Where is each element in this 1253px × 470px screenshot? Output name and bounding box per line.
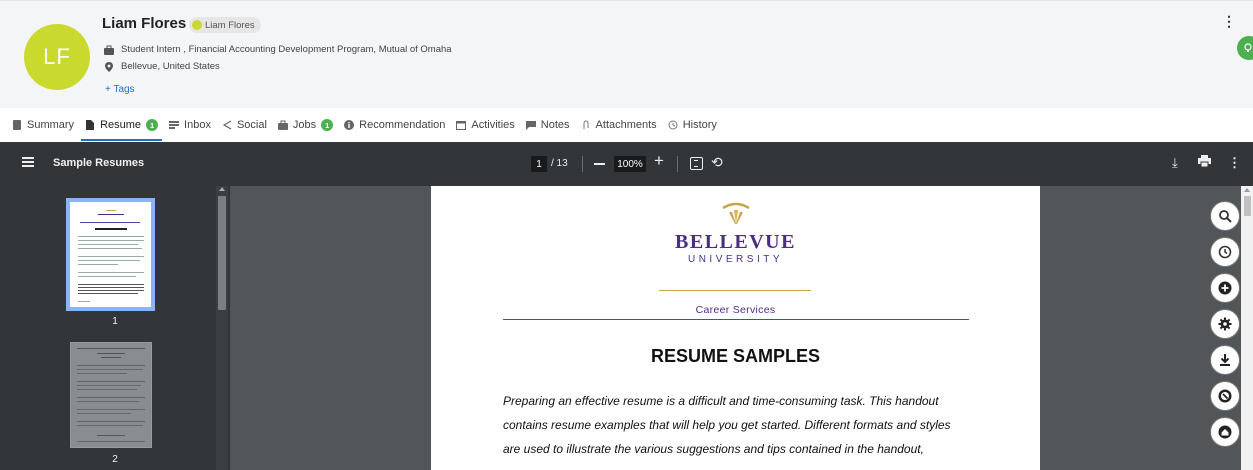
zoom-out-icon[interactable]	[594, 163, 605, 165]
paperclip-icon	[583, 120, 589, 129]
document-heading: RESUME SAMPLES	[650, 346, 821, 366]
tab-recommendation-label: Recommendation	[359, 119, 446, 131]
paragraph-line: Preparing an effective resume is a diffi…	[503, 394, 939, 408]
scroll-up-arrow-icon[interactable]	[219, 187, 225, 191]
tab-summary[interactable]: Summary	[12, 108, 74, 142]
tab-activities[interactable]: Activities	[456, 108, 515, 142]
notes-icon	[525, 121, 536, 130]
inbox-icon	[169, 121, 180, 129]
tab-history-label: History	[682, 119, 717, 131]
logo-divider	[659, 290, 811, 291]
rotate-icon[interactable]: ⟲	[711, 154, 723, 171]
calendar-icon	[456, 121, 467, 130]
viewer-scrollbar[interactable]	[1241, 186, 1253, 470]
history-icon	[668, 120, 678, 130]
owner-chip-label: Liam Flores	[205, 19, 255, 31]
avatar[interactable]: LF	[24, 24, 90, 90]
history-icon[interactable]	[1210, 237, 1240, 267]
tab-notes[interactable]: Notes	[525, 108, 570, 142]
tab-jobs[interactable]: Jobs 1	[277, 108, 334, 142]
paragraph-line: contains resume examples that will help …	[503, 418, 951, 432]
zoom-in-icon[interactable]: +	[654, 151, 664, 171]
tab-resume[interactable]: Resume 1	[81, 108, 162, 142]
tab-attachments[interactable]: Attachments	[581, 108, 657, 142]
department-name: Career Services	[695, 304, 776, 316]
download-icon[interactable]	[1210, 345, 1240, 375]
owner-chip[interactable]: Liam Flores	[189, 17, 261, 33]
profile-header: LF Liam Flores Liam Flores Student Inter…	[0, 0, 1253, 108]
bellevue-logo-icon	[722, 202, 750, 224]
page-total: / 13	[551, 158, 568, 169]
resume-count-badge: 1	[146, 119, 159, 131]
tab-attachments-label: Attachments	[595, 119, 657, 131]
jobs-count-badge: 1	[321, 119, 334, 131]
location-line: Bellevue, United States	[104, 61, 220, 72]
search-icon[interactable]	[1210, 201, 1240, 231]
more-actions-icon[interactable]: ⋮	[1228, 155, 1241, 171]
sidebar-scrollbar-thumb[interactable]	[218, 196, 226, 310]
viewer-toolbar: Sample Resumes 1 / 13 100% + ⟲ ⤓ ⋮	[0, 142, 1253, 186]
tab-resume-label: Resume	[100, 119, 142, 131]
tab-inbox-label: Inbox	[184, 119, 211, 131]
location-text: Bellevue, United States	[121, 61, 220, 72]
tab-recommendation[interactable]: Recommendation	[344, 108, 445, 142]
home-icon[interactable]	[1210, 417, 1240, 447]
zoom-level-input[interactable]: 100%	[614, 156, 646, 172]
pdf-viewer: Sample Resumes 1 / 13 100% + ⟲ ⤓ ⋮ 1 2 B…	[0, 142, 1253, 470]
logo-wordmark: BELLEVUE	[675, 231, 796, 253]
tab-notes-label: Notes	[540, 119, 570, 131]
position-text: Student Intern , Financial Accounting De…	[121, 44, 452, 55]
print-icon[interactable]	[1198, 155, 1211, 170]
logo-subtitle: UNIVERSITY	[687, 254, 783, 265]
tab-activities-label: Activities	[471, 119, 515, 131]
toolbar-divider	[582, 156, 583, 172]
page-thumbnail-1[interactable]	[66, 198, 155, 311]
tab-jobs-label: Jobs	[292, 119, 317, 131]
document-title: Sample Resumes	[53, 157, 145, 169]
profile-tabs: Summary Resume 1 Inbox Social Jobs 1 Rec…	[0, 108, 1253, 142]
compass-icon[interactable]	[1210, 381, 1240, 411]
tab-history[interactable]: History	[668, 108, 717, 142]
tab-summary-label: Summary	[27, 119, 75, 131]
thumbnail-label-1: 1	[112, 316, 118, 327]
gear-icon[interactable]	[1210, 309, 1240, 339]
position-line: Student Intern , Financial Accounting De…	[104, 44, 452, 55]
more-options-icon[interactable]: ⋮	[1222, 14, 1236, 28]
thumbnail-label-2: 2	[112, 454, 118, 465]
share-icon	[222, 120, 232, 130]
tab-inbox[interactable]: Inbox	[169, 108, 211, 142]
document-page: BELLEVUE UNIVERSITY Career Services RESU…	[431, 186, 1040, 470]
toolbar-divider	[677, 156, 678, 172]
document-icon	[13, 120, 21, 130]
briefcase-icon	[104, 45, 114, 55]
candidate-name: Liam Flores	[102, 15, 187, 32]
scroll-up-arrow-icon[interactable]	[1244, 188, 1250, 192]
add-tags-link[interactable]: + Tags	[105, 84, 135, 95]
info-icon	[344, 120, 355, 130]
briefcase-icon	[277, 120, 288, 130]
tab-social-label: Social	[236, 119, 267, 131]
paragraph-line: are used to illustrate the various sugge…	[503, 442, 924, 456]
page-thumbnail-2[interactable]	[70, 342, 152, 448]
owner-avatar-icon	[192, 20, 202, 30]
tab-social[interactable]: Social	[222, 108, 267, 142]
page-number-input[interactable]: 1	[531, 156, 547, 172]
file-icon	[86, 120, 95, 130]
thumbnail-sidebar: 1 2	[0, 186, 230, 470]
menu-icon[interactable]	[22, 156, 34, 168]
fit-page-icon[interactable]	[690, 157, 703, 170]
lightbulb-icon[interactable]	[1237, 36, 1253, 60]
download-icon[interactable]: ⤓	[1172, 155, 1178, 171]
viewer-scrollbar-thumb[interactable]	[1244, 196, 1251, 216]
header-rule	[503, 319, 969, 320]
location-pin-icon	[105, 61, 113, 72]
add-circle-icon[interactable]	[1210, 273, 1240, 303]
